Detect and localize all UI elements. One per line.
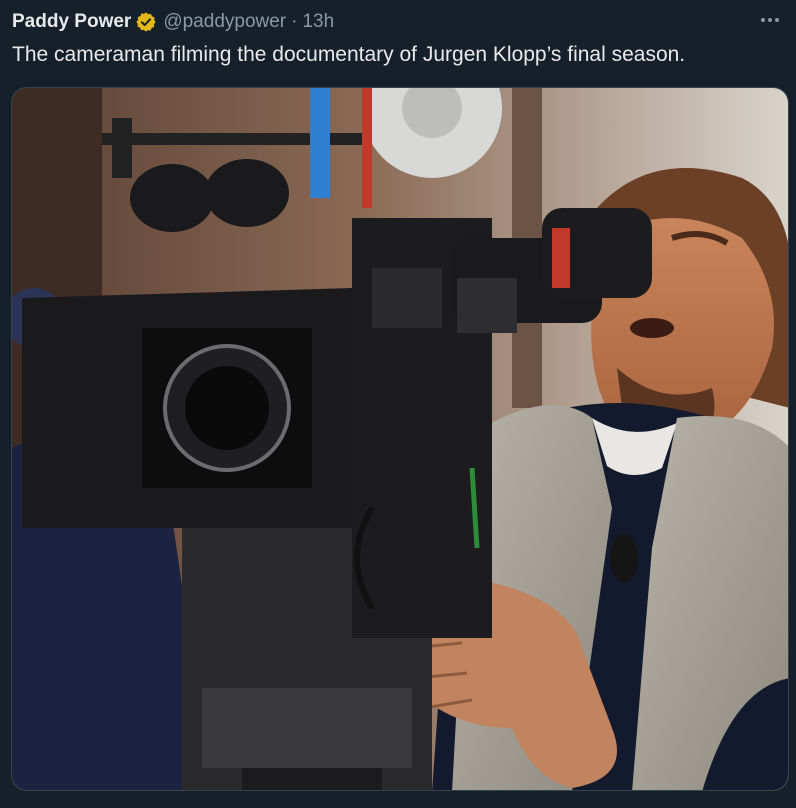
tweet-timestamp[interactable]: 13h bbox=[302, 10, 334, 34]
header-separator: · bbox=[291, 11, 298, 32]
photo-illustration bbox=[12, 88, 788, 790]
more-options-icon[interactable] bbox=[756, 8, 784, 32]
tweet-text: The cameraman filming the documentary of… bbox=[12, 43, 686, 66]
tweet-media-photo[interactable] bbox=[11, 87, 789, 791]
tweet-card: Paddy Power @paddypower · 13h The camera… bbox=[0, 0, 796, 808]
author-display-name[interactable]: Paddy Power bbox=[12, 10, 131, 34]
author-handle[interactable]: @paddypower bbox=[163, 10, 286, 34]
tweet-header: Paddy Power @paddypower · 13h bbox=[12, 10, 784, 34]
verified-badge-icon bbox=[135, 11, 157, 33]
